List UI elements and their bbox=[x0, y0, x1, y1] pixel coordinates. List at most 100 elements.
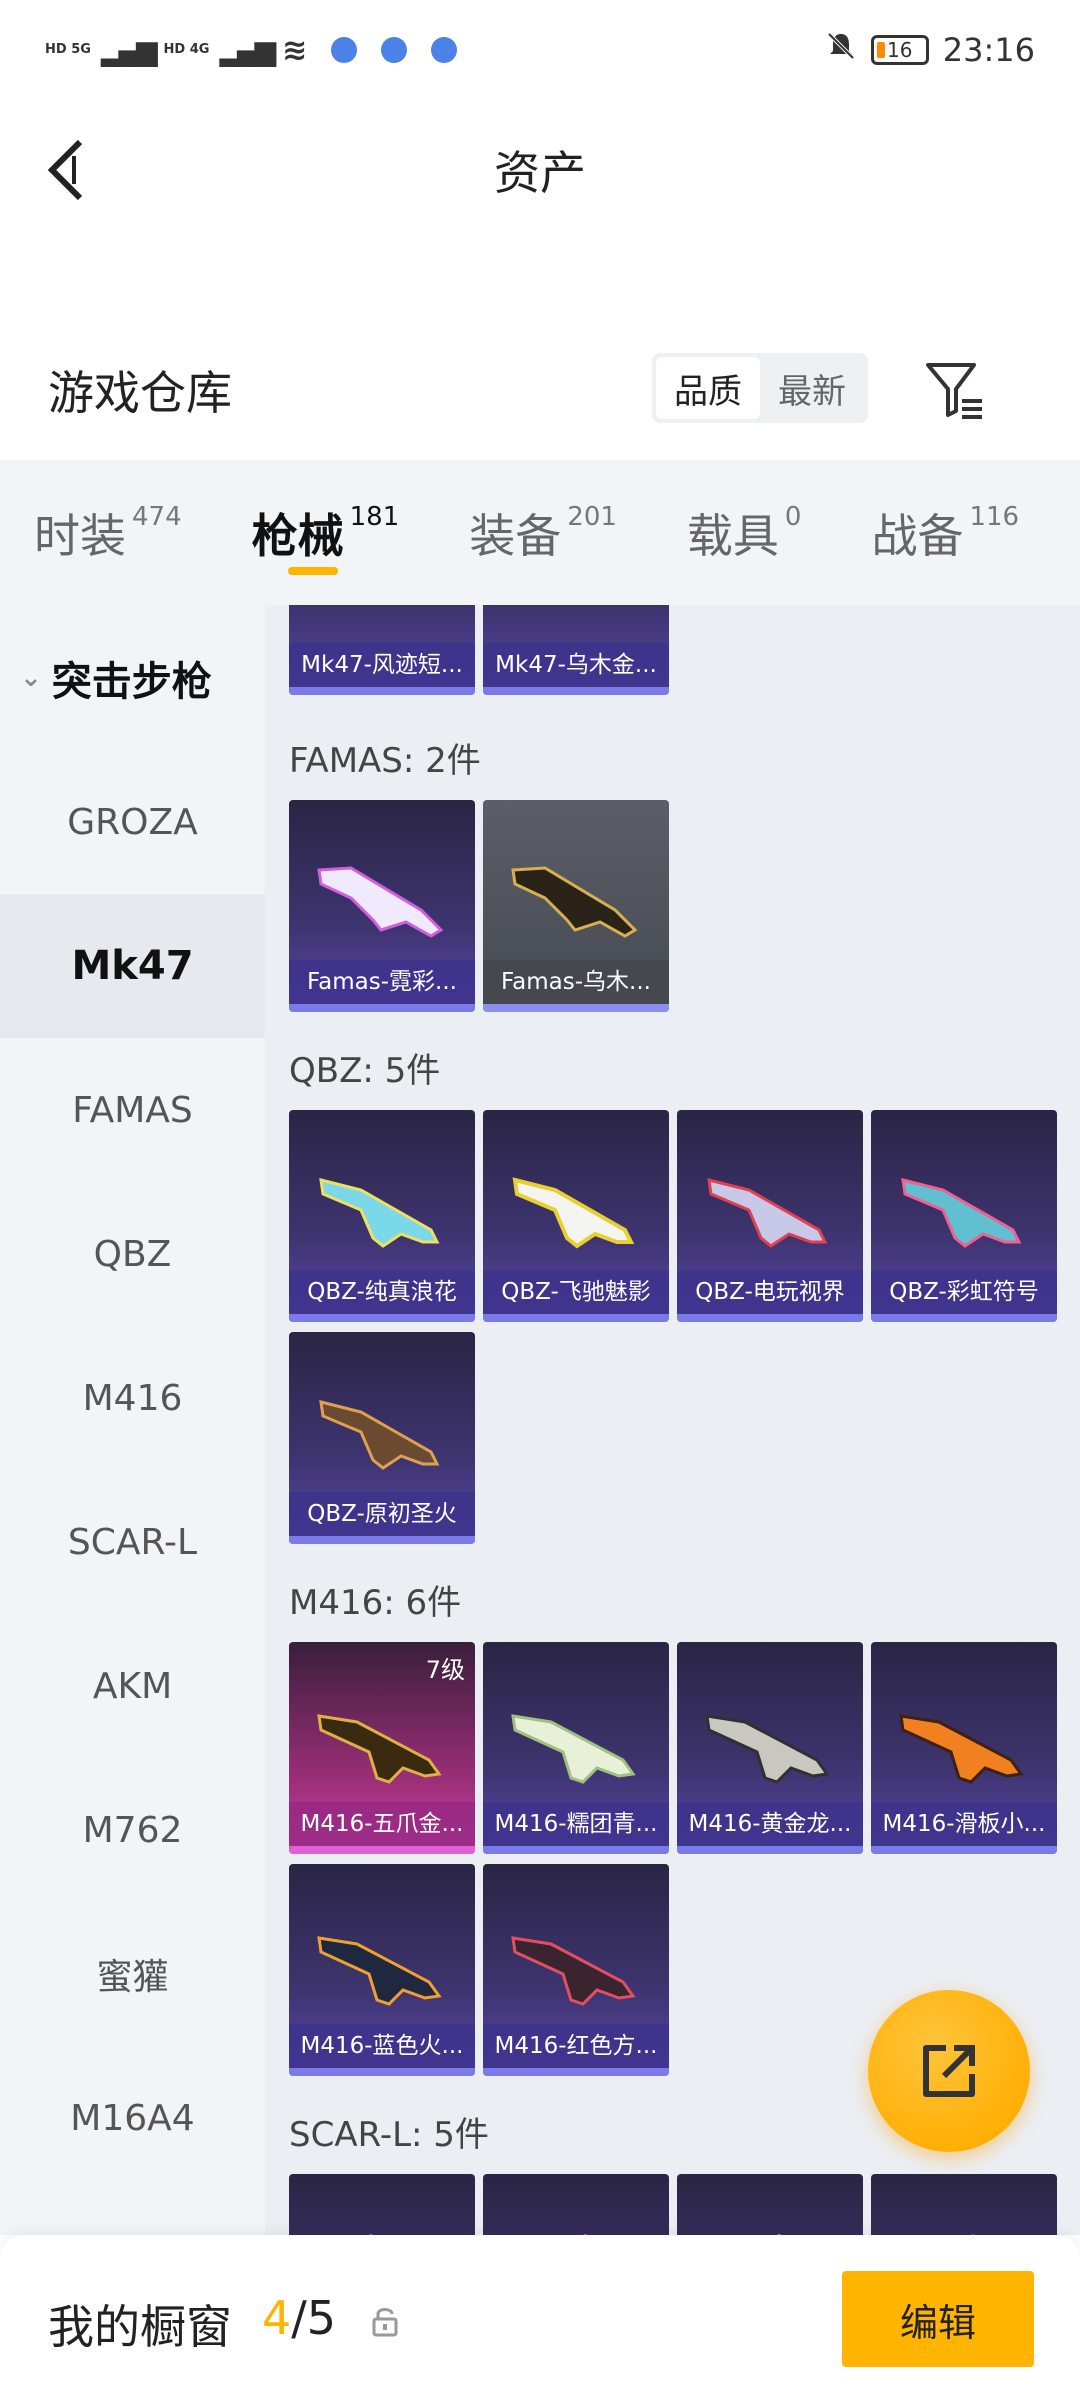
sort-toggle: 品质 最新 bbox=[652, 353, 868, 423]
group-header-scar-l: SCAR-L: 5件 bbox=[289, 2115, 489, 2155]
weapon-card[interactable]: 7级 M416-五爪金... bbox=[289, 1642, 475, 1854]
weapon-name: Mk47-风迹短... bbox=[289, 643, 475, 687]
weapon-card[interactable]: Mk47-乌木金... bbox=[483, 605, 669, 695]
weapon-card[interactable]: M416-黄金龙... bbox=[677, 1642, 863, 1854]
weapon-card[interactable]: QBZ-纯真浪花 bbox=[289, 1110, 475, 1322]
weapon-card[interactable]: QBZ-彩虹符号 bbox=[871, 1110, 1057, 1322]
weapon-card[interactable]: M416-蓝色火... bbox=[289, 1864, 475, 2076]
weapon-name: Famas-霓彩... bbox=[289, 960, 475, 1004]
weapon-image bbox=[319, 1178, 440, 1248]
tab-count: 474 bbox=[132, 502, 182, 532]
weapon-image bbox=[777, 2234, 782, 2235]
weapon-image bbox=[319, 1400, 440, 1470]
weapon-card[interactable]: Mk47-风迹短... bbox=[289, 605, 475, 695]
tab-label: 载具 bbox=[686, 509, 779, 563]
rarity-bar bbox=[289, 1004, 475, 1012]
rarity-bar bbox=[483, 687, 669, 695]
sidebar-item-honey-badger[interactable]: 蜜獾 bbox=[0, 1902, 265, 2046]
weapon-name: M416-五爪金... bbox=[289, 1802, 475, 1846]
rarity-bar bbox=[289, 1536, 475, 1544]
weapon-image bbox=[311, 605, 451, 633]
filter-button[interactable] bbox=[920, 355, 990, 425]
tab-count: 116 bbox=[969, 502, 1020, 532]
weapon-image bbox=[705, 1714, 830, 1784]
rarity-bar bbox=[677, 1314, 863, 1322]
tab-guns[interactable]: 枪械 181 bbox=[251, 460, 399, 605]
weapon-image bbox=[971, 2234, 976, 2235]
sidebar-item-groza[interactable]: GROZA bbox=[0, 750, 265, 894]
weapon-name: QBZ-纯真浪花 bbox=[289, 1270, 475, 1314]
mute-bell-icon bbox=[825, 30, 857, 70]
battery-icon: 16 bbox=[870, 35, 929, 65]
tab-label: 枪械 bbox=[251, 509, 344, 563]
tab-equipment[interactable]: 装备 201 bbox=[469, 460, 617, 605]
chevron-down-icon: ⌄ bbox=[20, 662, 42, 693]
weapon-name: QBZ-电玩视界 bbox=[677, 1270, 863, 1314]
weapon-card[interactable]: Famas-霓彩... bbox=[289, 800, 475, 1012]
tab-vehicles[interactable]: 载具 0 bbox=[687, 460, 802, 605]
weapon-card[interactable]: QBZ-飞驰魅影 bbox=[483, 1110, 669, 1322]
sidebar-item-scar-l[interactable]: SCAR-L bbox=[0, 1470, 265, 1614]
weapon-image bbox=[368, 2234, 374, 2235]
back-button[interactable] bbox=[40, 130, 100, 210]
weapon-image bbox=[511, 1936, 636, 2006]
tab-supplies[interactable]: 战备 116 bbox=[871, 460, 1019, 605]
tab-underline bbox=[288, 567, 339, 575]
weapon-image bbox=[899, 1714, 1024, 1784]
network-indicator-1: HD 5G bbox=[45, 42, 91, 57]
weapon-image bbox=[511, 1714, 636, 1784]
weapon-card[interactable] bbox=[677, 2174, 863, 2235]
status-right: 16 23:16 bbox=[825, 30, 1035, 70]
page-header: 资产 bbox=[0, 100, 1080, 240]
tab-fashion[interactable]: 时装 474 bbox=[34, 460, 182, 605]
weapon-card[interactable]: M416-滑板小... bbox=[871, 1642, 1057, 1854]
weapon-card[interactable] bbox=[483, 2174, 669, 2235]
weapon-card[interactable]: Famas-乌木... bbox=[483, 800, 669, 1012]
share-out-icon bbox=[923, 2045, 975, 2097]
edit-button[interactable]: 编辑 bbox=[842, 2271, 1034, 2367]
weapon-card[interactable] bbox=[871, 2174, 1057, 2235]
weapon-card[interactable] bbox=[289, 2174, 475, 2235]
sort-option-quality[interactable]: 品质 bbox=[656, 357, 760, 419]
showcase-separator: / bbox=[291, 2291, 307, 2345]
weapon-card[interactable]: M416-糯团青... bbox=[483, 1642, 669, 1854]
weapon-image bbox=[901, 1178, 1022, 1248]
weapon-image bbox=[583, 2234, 588, 2235]
signal-icon: ▂▄▆ bbox=[100, 33, 158, 67]
sidebar-item-m762[interactable]: M762 bbox=[0, 1758, 265, 1902]
sidebar-category-assault-rifle[interactable]: ⌄ 突击步枪 bbox=[0, 605, 265, 750]
weapon-image bbox=[317, 866, 444, 938]
weapon-image bbox=[707, 1178, 828, 1248]
share-fab[interactable] bbox=[868, 1990, 1030, 2152]
app-notification-icon bbox=[381, 37, 408, 63]
weapon-name: M416-滑板小... bbox=[871, 1802, 1057, 1846]
weapon-image bbox=[317, 1714, 442, 1784]
weapon-card[interactable]: M416-红色方... bbox=[483, 1864, 669, 2076]
sidebar-item-m416[interactable]: M416 bbox=[0, 1326, 265, 1470]
status-left: HD 5G ▂▄▆ HD 4G ▂▄▆ ≋ bbox=[45, 32, 458, 68]
rarity-bar bbox=[483, 1004, 669, 1012]
weapon-name: Mk47-乌木金... bbox=[483, 643, 669, 687]
weapon-name: QBZ-飞驰魅影 bbox=[483, 1270, 669, 1314]
sidebar-item-mk47[interactable]: Mk47 bbox=[0, 894, 265, 1038]
level-badge: 7级 bbox=[425, 1656, 465, 1684]
category-tabs: 时装 474 枪械 181 装备 201 载具 0 战备 116 bbox=[0, 460, 1080, 605]
rarity-bar bbox=[483, 1846, 669, 1854]
sidebar-item-m16a4[interactable]: M16A4 bbox=[0, 2046, 265, 2190]
tab-label: 战备 bbox=[871, 509, 964, 563]
weapon-card[interactable]: QBZ-电玩视界 bbox=[677, 1110, 863, 1322]
weapon-card[interactable]: QBZ-原初圣火 bbox=[289, 1332, 475, 1544]
sidebar-item-qbz[interactable]: QBZ bbox=[0, 1182, 265, 1326]
sidebar-item-akm[interactable]: AKM bbox=[0, 1614, 265, 1758]
weapon-image bbox=[511, 866, 638, 938]
sidebar-item-famas[interactable]: FAMAS bbox=[0, 1038, 265, 1182]
lock-icon bbox=[372, 2308, 398, 2337]
clock: 23:16 bbox=[942, 31, 1035, 69]
weapon-name: QBZ-原初圣火 bbox=[289, 1492, 475, 1536]
wifi-icon: ≋ bbox=[282, 32, 308, 68]
sort-option-newest[interactable]: 最新 bbox=[760, 357, 864, 419]
filter-icon bbox=[926, 363, 982, 419]
tab-count: 201 bbox=[567, 502, 617, 532]
weapon-image bbox=[505, 605, 645, 633]
tab-label: 装备 bbox=[469, 509, 562, 563]
